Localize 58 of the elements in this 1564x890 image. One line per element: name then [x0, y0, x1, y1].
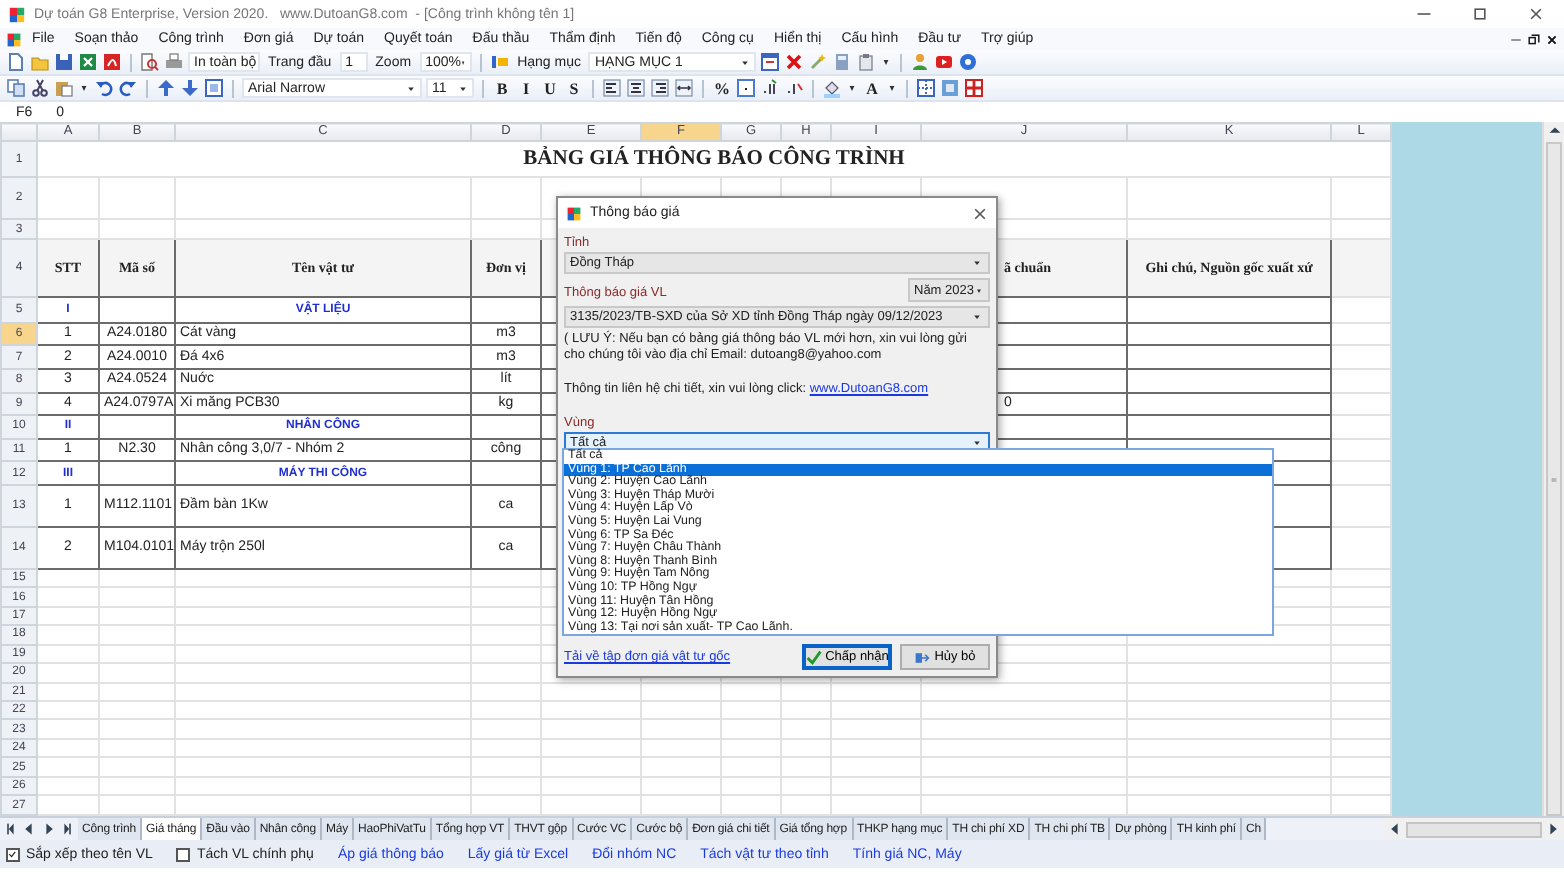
redo-icon[interactable]	[118, 78, 138, 98]
copy-icon[interactable]	[6, 78, 26, 98]
format-button[interactable]: U	[540, 78, 560, 98]
minimize-icon[interactable]	[1510, 33, 1522, 45]
spreadsheet-icon[interactable]	[78, 52, 98, 72]
grip-icon	[1548, 473, 1560, 485]
checkmark-icon	[805, 649, 822, 665]
restore-icon[interactable]	[1528, 33, 1540, 45]
increase-decimal-icon[interactable]	[760, 78, 780, 98]
close-icon[interactable]	[1546, 33, 1558, 45]
checkmark-icon	[8, 849, 20, 861]
help-icon[interactable]	[958, 52, 979, 72]
align-left-icon[interactable]	[602, 78, 622, 98]
fill-color-icon[interactable]	[822, 78, 842, 98]
video-icon[interactable]	[934, 52, 955, 72]
sheet-title: BẢNG GIÁ THÔNG BÁO CÔNG TRÌNH	[37, 141, 1391, 178]
decimal-icon[interactable]	[736, 78, 756, 98]
down-arrow-icon[interactable]	[180, 78, 200, 98]
font-color-button[interactable]: A	[862, 78, 882, 98]
last-tab-icon[interactable]	[58, 820, 74, 838]
app-icon	[8, 5, 26, 23]
scroll-thumb[interactable]	[1546, 142, 1562, 816]
picture-icon[interactable]	[940, 78, 960, 98]
format-icon[interactable]	[204, 78, 224, 98]
delete-icon[interactable]	[784, 52, 805, 72]
format-button[interactable]: I	[516, 78, 536, 98]
pdf-icon[interactable]	[102, 52, 122, 72]
previous-tab-icon[interactable]	[22, 820, 38, 838]
format-button[interactable]: B	[492, 78, 512, 98]
exit-icon	[914, 649, 931, 665]
window-icon[interactable]	[760, 52, 781, 72]
scissors-icon[interactable]	[30, 78, 50, 98]
next-tab-icon[interactable]	[40, 820, 56, 838]
close-icon[interactable]	[1528, 6, 1544, 22]
border-icon[interactable]	[916, 78, 936, 98]
floppy-icon[interactable]	[54, 52, 74, 72]
printer-icon[interactable]	[164, 52, 184, 72]
app-icon[interactable]	[6, 31, 22, 47]
user-icon[interactable]	[910, 52, 931, 72]
checkbox[interactable]	[6, 847, 20, 861]
align-right-icon[interactable]	[650, 78, 670, 98]
merge-icon[interactable]	[674, 78, 694, 98]
align-center-icon[interactable]	[626, 78, 646, 98]
maximize-icon[interactable]	[1472, 6, 1488, 22]
percent-button[interactable]: %	[712, 78, 732, 98]
clipboard-icon[interactable]	[856, 52, 877, 72]
checkbox[interactable]	[176, 847, 191, 861]
close-icon[interactable]	[972, 205, 988, 221]
up-arrow-icon[interactable]	[156, 78, 176, 98]
format-button[interactable]: S	[564, 78, 584, 98]
first-tab-icon[interactable]	[4, 820, 20, 838]
flag-icon[interactable]	[489, 52, 510, 72]
grid-icon[interactable]	[964, 78, 984, 98]
app-icon	[566, 205, 582, 221]
undo-icon[interactable]	[94, 78, 114, 98]
print-preview-icon[interactable]	[140, 52, 160, 72]
scroll-thumb[interactable]	[1406, 821, 1542, 837]
decrease-decimal-icon[interactable]	[784, 78, 804, 98]
